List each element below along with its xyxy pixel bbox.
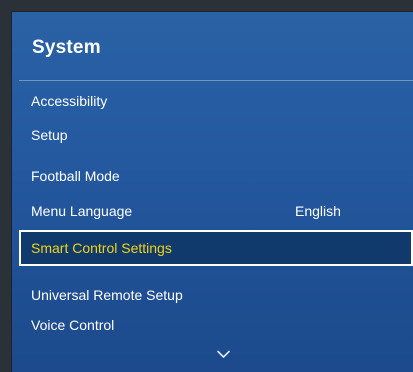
menu-item-label: Menu Language bbox=[31, 203, 133, 219]
panel-title: System bbox=[32, 37, 101, 58]
menu-item-menu-language[interactable]: Menu Language English bbox=[12, 193, 413, 229]
menu-item-label: Universal Remote Setup bbox=[31, 287, 183, 303]
menu-item-label: Accessibility bbox=[31, 93, 108, 109]
menu-item-label: Football Mode bbox=[31, 168, 120, 184]
title-divider bbox=[19, 80, 413, 81]
menu-item-setup[interactable]: Setup bbox=[12, 117, 413, 153]
menu-language-value: English bbox=[295, 203, 341, 219]
menu-item-label: Voice Control bbox=[31, 317, 115, 333]
menu-item-football-mode[interactable]: Football Mode bbox=[12, 158, 413, 194]
menu-item-label: Setup bbox=[31, 127, 68, 143]
menu-item-accessibility[interactable]: Accessibility bbox=[12, 83, 413, 119]
menu-item-voice-control[interactable]: Voice Control bbox=[12, 307, 413, 343]
chevron-down-icon[interactable] bbox=[217, 350, 230, 359]
menu-item-smart-control-settings[interactable]: Smart Control Settings bbox=[19, 230, 413, 266]
menu-item-label: Smart Control Settings bbox=[31, 240, 172, 256]
system-menu-panel: System Accessibility Setup Football Mode… bbox=[12, 12, 413, 372]
